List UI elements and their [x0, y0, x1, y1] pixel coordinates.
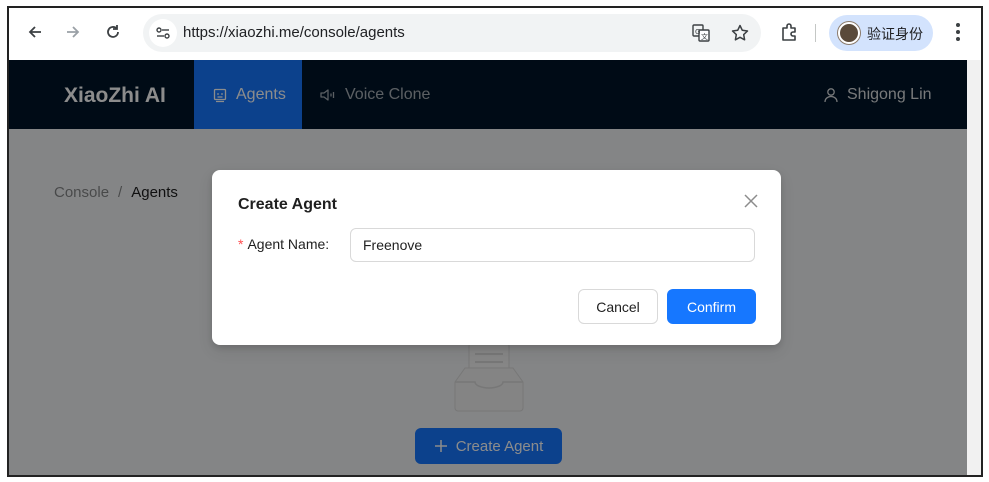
browser-menu-icon[interactable]	[947, 21, 969, 43]
toolbar-divider	[815, 24, 816, 42]
profile-label: 验证身份	[867, 27, 923, 43]
page-scrollbar[interactable]	[967, 60, 981, 475]
confirm-button[interactable]: Confirm	[667, 289, 756, 324]
avatar	[838, 22, 860, 44]
dialog-title: Create Agent	[238, 196, 337, 213]
svg-text:G: G	[695, 28, 700, 36]
cancel-button[interactable]: Cancel	[578, 289, 658, 324]
translate-icon[interactable]: G文	[690, 22, 712, 44]
back-arrow-icon[interactable]	[23, 20, 47, 44]
address-bar[interactable]: https://xiaozhi.me/console/agents G文	[143, 14, 761, 52]
forward-arrow-icon[interactable]	[61, 20, 85, 44]
extensions-icon[interactable]	[779, 21, 801, 43]
bookmark-star-icon[interactable]	[729, 22, 751, 44]
site-settings-icon[interactable]	[149, 19, 177, 47]
create-agent-dialog: Create Agent *Agent Name: Cancel Confirm	[212, 170, 781, 345]
browser-window: https://xiaozhi.me/console/agents G文 验证身…	[7, 6, 983, 477]
close-icon[interactable]	[738, 188, 764, 214]
agent-name-label-text: Agent Name:	[247, 236, 330, 252]
reload-icon[interactable]	[101, 20, 125, 44]
profile-button[interactable]: 验证身份	[829, 15, 933, 51]
required-mark: *	[238, 236, 244, 252]
agent-name-input[interactable]	[350, 228, 755, 262]
browser-toolbar: https://xiaozhi.me/console/agents G文 验证身…	[9, 8, 981, 60]
agent-name-label: * Agent Name:	[238, 236, 329, 252]
url-text[interactable]: https://xiaozhi.me/console/agents	[183, 24, 405, 41]
svg-text:文: 文	[701, 32, 708, 41]
